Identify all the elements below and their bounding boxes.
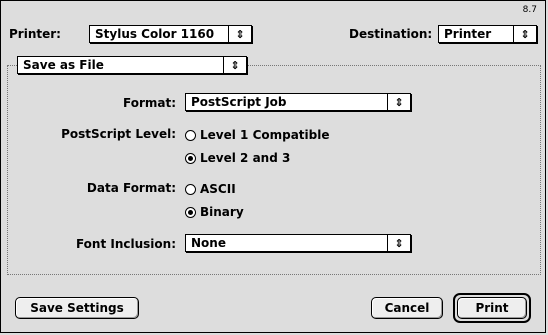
radio-button-selected-icon bbox=[185, 152, 196, 164]
popup-arrows-icon: ⇕ bbox=[387, 235, 410, 251]
printer-popup[interactable]: Stylus Color 1160 ⇕ bbox=[89, 25, 252, 43]
save-settings-button[interactable]: Save Settings bbox=[15, 297, 139, 319]
popup-arrows-icon: ⇕ bbox=[223, 57, 246, 73]
printer-value: Stylus Color 1160 bbox=[95, 27, 215, 41]
popup-arrows-icon: ⇕ bbox=[513, 26, 536, 42]
font-inclusion-popup[interactable]: None ⇕ bbox=[185, 234, 411, 252]
radio-level1[interactable]: Level 1 Compatible bbox=[185, 128, 330, 142]
radio-button-selected-icon bbox=[185, 206, 196, 218]
destination-label: Destination: bbox=[349, 27, 433, 41]
panel-value: Save as File bbox=[23, 58, 104, 72]
radio-ascii[interactable]: ASCII bbox=[185, 182, 236, 196]
font-inclusion-label: Font Inclusion: bbox=[75, 237, 176, 251]
cancel-button[interactable]: Cancel bbox=[371, 297, 443, 319]
font-inclusion-value: None bbox=[191, 236, 226, 250]
data-format-label: Data Format: bbox=[86, 181, 176, 195]
radio-ascii-label: ASCII bbox=[200, 182, 236, 196]
postscript-level-label: PostScript Level: bbox=[61, 127, 176, 141]
radio-level2[interactable]: Level 2 and 3 bbox=[185, 151, 290, 165]
format-label: Format: bbox=[122, 96, 176, 110]
radio-button-icon bbox=[185, 183, 196, 195]
destination-popup[interactable]: Printer ⇕ bbox=[438, 25, 537, 43]
version-label: 8.7 bbox=[522, 5, 537, 15]
panel-popup[interactable]: Save as File ⇕ bbox=[17, 56, 247, 74]
radio-binary[interactable]: Binary bbox=[185, 205, 244, 219]
print-dialog: 8.7 Printer: Stylus Color 1160 ⇕ Destina… bbox=[0, 0, 546, 333]
print-button[interactable]: Print bbox=[457, 297, 527, 319]
radio-binary-label: Binary bbox=[200, 205, 244, 219]
radio-level1-label: Level 1 Compatible bbox=[200, 128, 330, 142]
print-button-frame: Print bbox=[453, 293, 531, 323]
format-popup[interactable]: PostScript Job ⇕ bbox=[185, 93, 411, 111]
popup-arrows-icon: ⇕ bbox=[387, 94, 410, 110]
radio-button-icon bbox=[185, 129, 196, 141]
format-value: PostScript Job bbox=[191, 95, 287, 109]
popup-arrows-icon: ⇕ bbox=[228, 26, 251, 42]
printer-label: Printer: bbox=[9, 27, 61, 41]
destination-value: Printer bbox=[444, 27, 492, 41]
radio-level2-label: Level 2 and 3 bbox=[200, 151, 291, 165]
